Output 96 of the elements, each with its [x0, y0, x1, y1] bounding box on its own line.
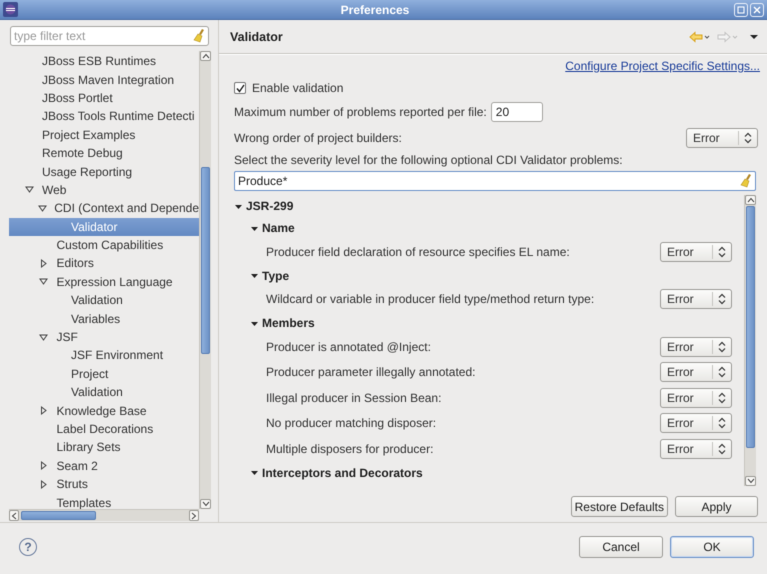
- tree-item[interactable]: Validation: [9, 383, 199, 402]
- page-title: Validator: [230, 30, 284, 44]
- filter-field[interactable]: type filter text: [10, 26, 209, 46]
- tree-item[interactable]: Templates: [9, 493, 199, 509]
- up-down-arrows-icon: [718, 293, 726, 306]
- maximize-icon: [737, 6, 745, 14]
- scrollbar-thumb[interactable]: [746, 206, 755, 448]
- project-settings-link[interactable]: Configure Project Specific Settings...: [565, 58, 760, 74]
- instruction-text: Select the severity level for the following optional CDI Validator problems:: [234, 153, 623, 167]
- tree-item[interactable]: JBoss ESB Runtimes: [9, 52, 199, 70]
- broom-icon[interactable]: [740, 174, 752, 188]
- problem-label: Producer field declaration of resource specifies EL name:: [266, 244, 570, 259]
- severity-dropdown[interactable]: Error: [660, 336, 732, 357]
- tree-item[interactable]: JSF Environment: [9, 346, 199, 365]
- tree-item[interactable]: Project Examples: [9, 126, 199, 144]
- up-down-arrows-icon: [718, 442, 726, 455]
- tree-item[interactable]: Editors: [9, 254, 199, 273]
- severity-dropdown[interactable]: Error: [660, 388, 732, 408]
- tree-item[interactable]: Usage Reporting: [9, 162, 199, 181]
- problem-label: Multiple disposers for producer:: [266, 442, 434, 456]
- search-field[interactable]: Produce*: [234, 171, 756, 191]
- section-heading: Members: [262, 316, 315, 330]
- apply-button[interactable]: Apply: [675, 496, 758, 517]
- field-label: Maximum number of problems reported per file:: [234, 105, 487, 119]
- problem-label: Wildcard or variable in producer field type/method return type:: [266, 292, 594, 306]
- tree-item[interactable]: JBoss Portlet: [9, 88, 199, 108]
- window-title: Preferences: [340, 2, 410, 16]
- checkbox[interactable]: [234, 82, 246, 94]
- scroll-up-button[interactable]: [200, 51, 211, 61]
- tree-item[interactable]: JBoss Tools Runtime Detecti: [9, 107, 199, 126]
- checkbox-label: Enable validation: [252, 81, 344, 95]
- severity-dropdown[interactable]: Error: [660, 289, 732, 310]
- cancel-button[interactable]: Cancel: [579, 536, 663, 558]
- severity-dropdown[interactable]: Error: [660, 242, 732, 262]
- tree-item[interactable]: Library Sets: [9, 438, 199, 457]
- close-icon: [753, 6, 761, 14]
- triangle-icon[interactable]: [39, 258, 48, 268]
- problem-label: Producer is annotated @Inject:: [266, 340, 431, 354]
- severity-dropdown[interactable]: Error: [660, 413, 732, 434]
- restore-defaults-button[interactable]: Restore Defaults: [570, 496, 668, 517]
- view-menu-button[interactable]: [749, 34, 759, 40]
- severity-dropdown[interactable]: Error: [660, 362, 732, 382]
- tree-item[interactable]: Struts: [9, 474, 199, 494]
- triangle-icon[interactable]: [39, 461, 48, 470]
- ok-button[interactable]: OK: [670, 536, 754, 558]
- tree-item[interactable]: Web: [9, 180, 199, 200]
- tree-item[interactable]: Variables: [9, 309, 199, 328]
- problem-label: No producer matching disposer:: [266, 416, 436, 430]
- max-problems-field[interactable]: 20: [490, 102, 543, 122]
- scroll-left-button[interactable]: [9, 510, 19, 521]
- scrollbar-thumb[interactable]: [21, 511, 96, 520]
- app-icon: [3, 2, 18, 17]
- up-down-arrows-icon: [718, 392, 726, 404]
- section-heading: JSR-299: [246, 199, 294, 213]
- triangle-icon[interactable]: [250, 271, 259, 280]
- problem-label: Illegal producer in Session Bean:: [266, 390, 442, 405]
- tree-item[interactable]: Label Decorations: [9, 420, 199, 438]
- tree-item[interactable]: JSF: [9, 328, 199, 346]
- triangle-icon[interactable]: [39, 332, 48, 342]
- up-down-arrows-icon: [718, 366, 726, 378]
- scroll-right-button[interactable]: [189, 510, 199, 521]
- tree-item[interactable]: Project: [9, 364, 199, 384]
- severity-dropdown[interactable]: Error: [686, 128, 758, 148]
- up-down-arrows-icon: [718, 246, 726, 258]
- section-heading: Interceptors and Decorators: [262, 466, 423, 480]
- tree-item[interactable]: Seam 2: [9, 456, 199, 475]
- broom-icon[interactable]: [193, 29, 205, 43]
- triangle-icon[interactable]: [38, 204, 47, 213]
- problem-label: Producer parameter illegally annotated:: [266, 365, 476, 380]
- tree-item[interactable]: Validation: [9, 291, 199, 310]
- help-button[interactable]: ?: [19, 538, 37, 556]
- tree-item[interactable]: Custom Capabilities: [9, 236, 199, 254]
- tree-item[interactable]: Remote Debug: [9, 144, 199, 162]
- tree-item[interactable]: CDI (Context and Depende: [9, 199, 199, 218]
- scroll-down-button[interactable]: [745, 476, 756, 486]
- up-down-arrows-icon: [718, 417, 726, 430]
- close-button[interactable]: [750, 2, 764, 16]
- scroll-down-button[interactable]: [200, 499, 211, 509]
- maximize-button[interactable]: [734, 2, 748, 16]
- triangle-icon[interactable]: [24, 185, 34, 194]
- tree-item[interactable]: JBoss Maven Integration: [9, 70, 199, 89]
- scrollbar-thumb[interactable]: [201, 167, 210, 354]
- tree-item[interactable]: Knowledge Base: [9, 401, 199, 420]
- triangle-icon[interactable]: [250, 468, 259, 477]
- severity-dropdown[interactable]: Error: [660, 438, 732, 459]
- triangle-icon[interactable]: [39, 480, 48, 489]
- field-label: Wrong order of project builders:: [234, 131, 402, 145]
- tree-item[interactable]: Expression Language: [9, 272, 199, 292]
- up-down-arrows-icon: [744, 132, 752, 144]
- back-button[interactable]: [689, 30, 711, 42]
- scroll-up-button[interactable]: [745, 195, 756, 205]
- triangle-icon[interactable]: [39, 406, 48, 416]
- triangle-icon[interactable]: [39, 277, 48, 286]
- up-down-arrows-icon: [718, 340, 726, 353]
- section-heading: Type: [262, 268, 290, 282]
- section-heading: Name: [262, 221, 295, 235]
